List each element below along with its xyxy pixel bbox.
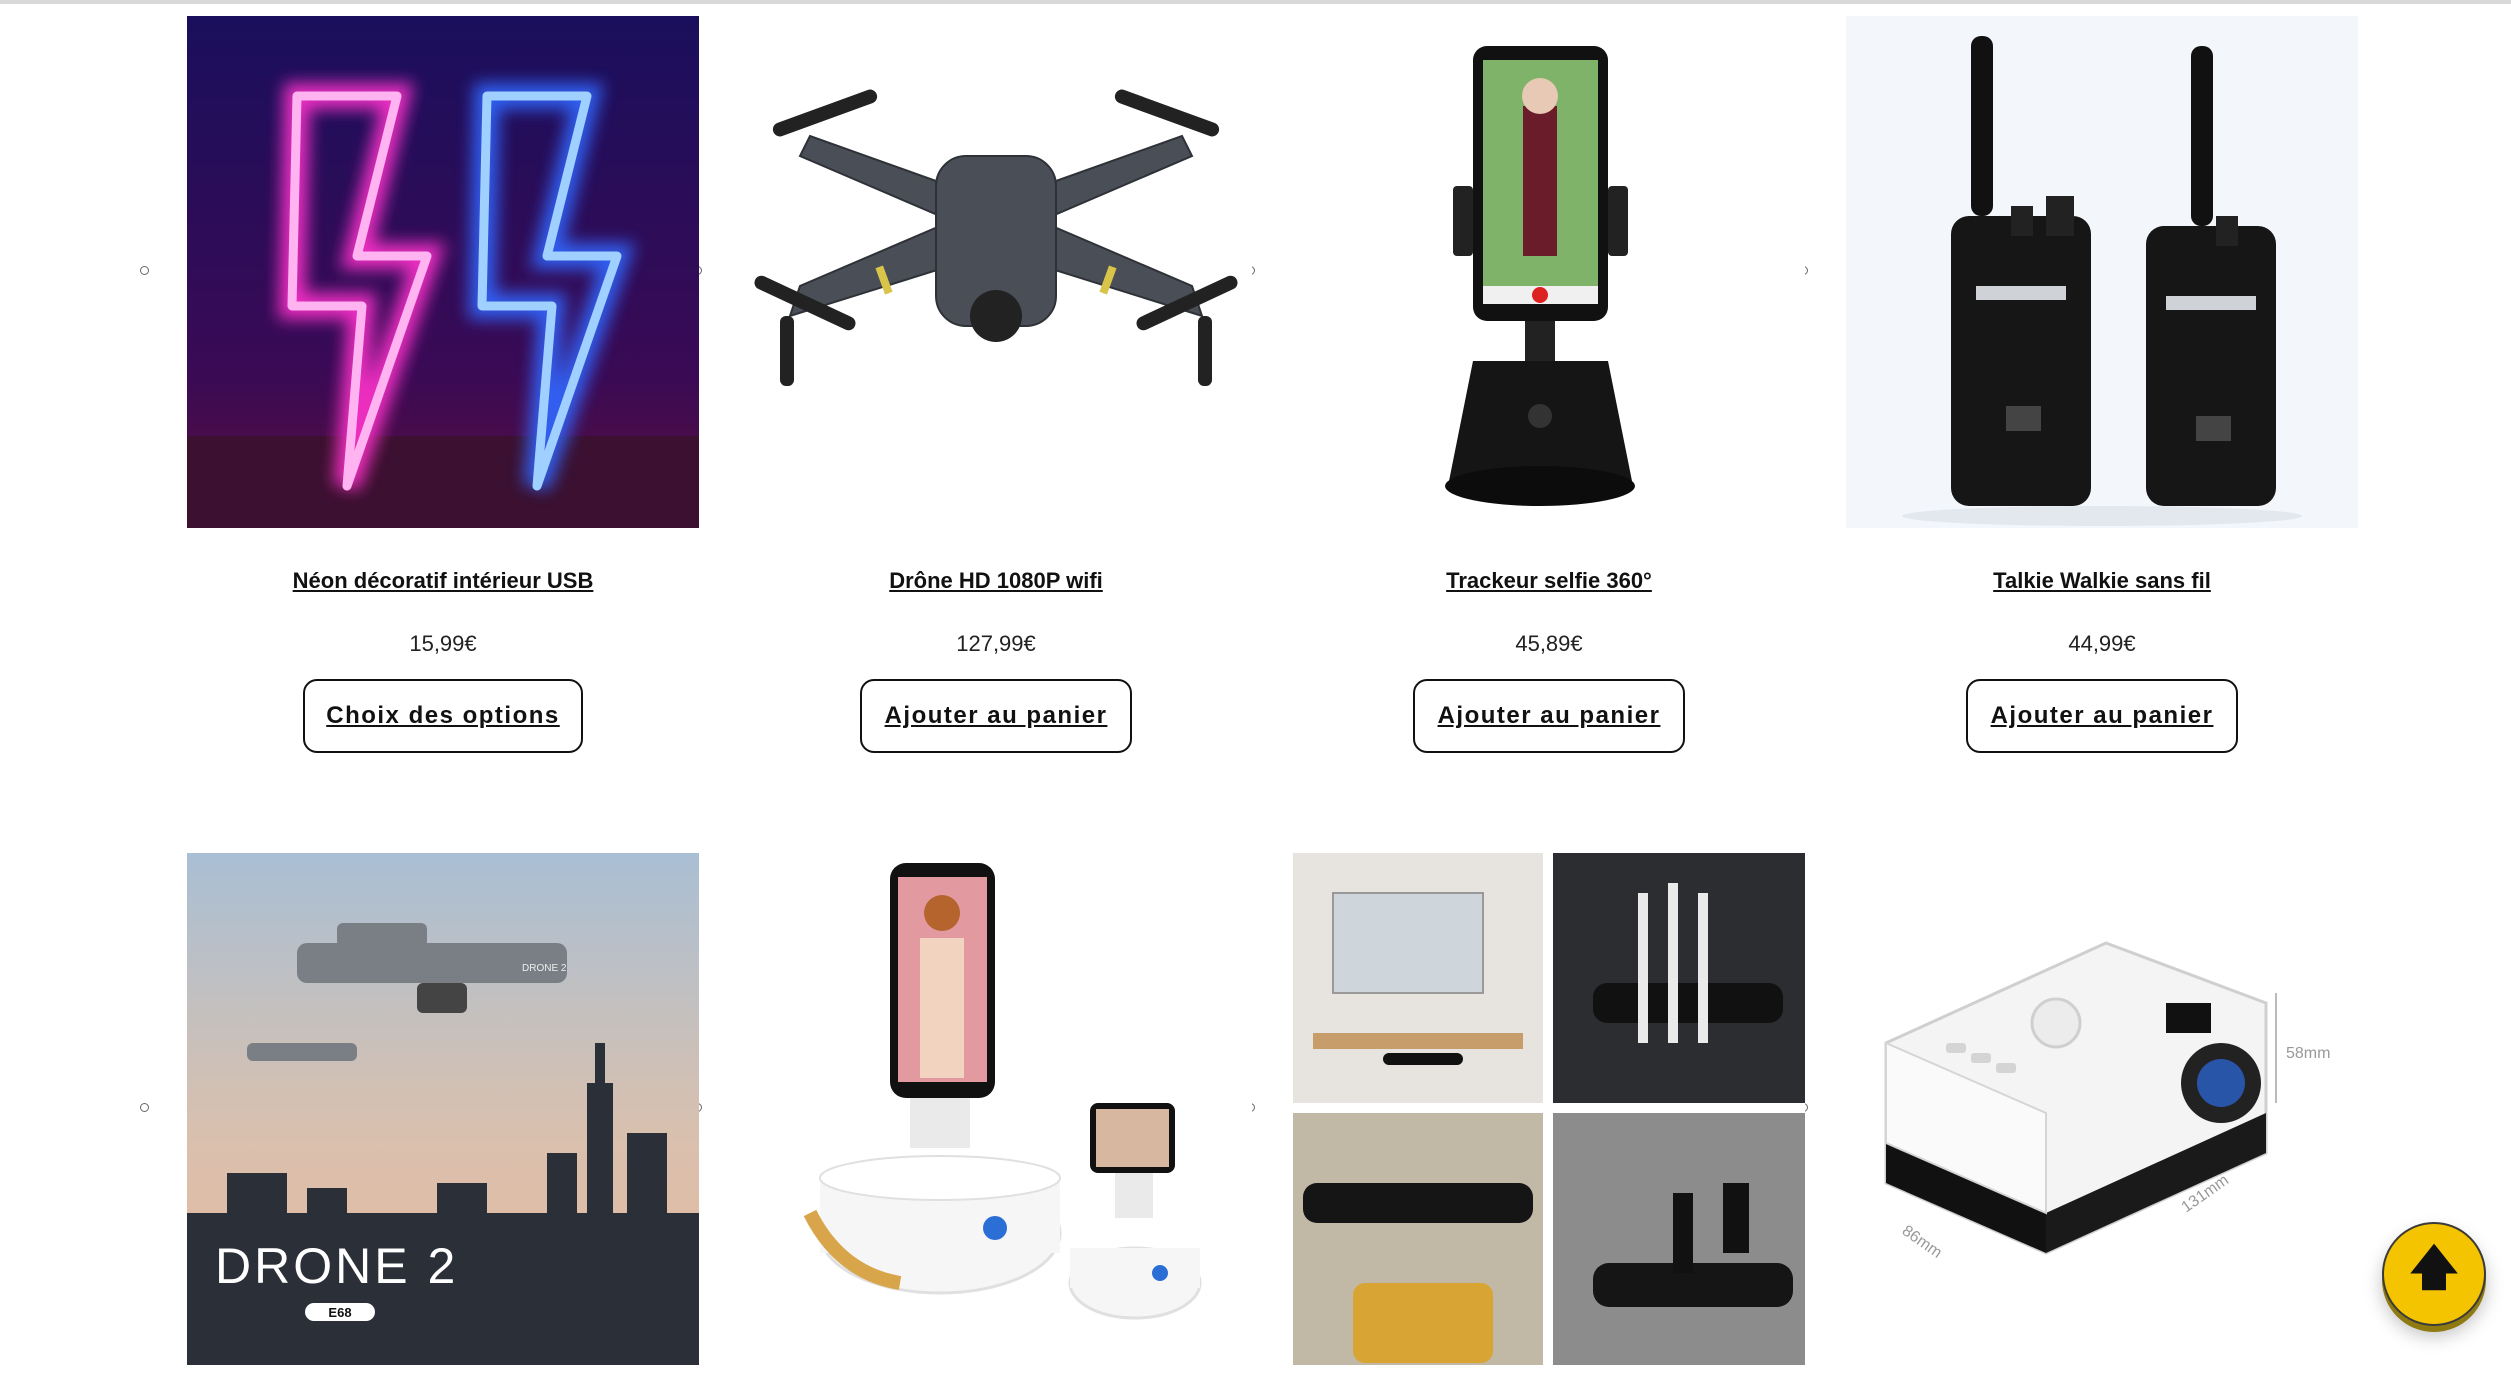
product-image-selfie-tracker-2[interactable]: 360	[740, 853, 1252, 1365]
product-image-projector[interactable]: 58mm 86mm 131mm	[1846, 853, 2358, 1365]
product-title[interactable]: Trackeur selfie 360°	[1253, 568, 1845, 594]
product-image-cable-organizer[interactable]	[1293, 853, 1805, 1365]
add-to-cart-button[interactable]: Ajouter au panier	[1966, 679, 2238, 753]
product-title[interactable]: Néon décoratif intérieur USB	[147, 568, 739, 594]
product-price: 44,99€	[2068, 631, 2136, 656]
drone2-model-label: E68	[328, 1305, 351, 1320]
add-to-cart-button[interactable]: Ajouter au panier	[860, 679, 1132, 753]
scroll-to-top-button[interactable]: 🡅	[2382, 1222, 2486, 1326]
product-title[interactable]: Talkie Walkie sans fil	[1806, 568, 2398, 594]
product-image-selfie-tracker[interactable]	[1293, 16, 1805, 528]
product-image-drone[interactable]	[740, 16, 1252, 528]
add-to-cart-button[interactable]: Ajouter au panier	[1413, 679, 1685, 753]
product-title[interactable]: Drône HD 1080P wifi	[700, 568, 1292, 594]
product-image-walkie-talkie[interactable]	[1846, 16, 2358, 528]
top-divider	[0, 0, 2511, 4]
carousel-dot[interactable]	[140, 266, 149, 275]
product-price: 127,99€	[956, 631, 1036, 656]
arrow-up-icon: 🡅	[2409, 1241, 2459, 1295]
choose-options-button[interactable]: Choix des options	[303, 679, 583, 753]
product-image-neon[interactable]	[187, 16, 699, 528]
product-price: 15,99€	[409, 631, 477, 656]
drone2-title-label: DRONE 2	[215, 1238, 458, 1294]
carousel-dot[interactable]	[140, 1103, 149, 1112]
product-price: 45,89€	[1515, 631, 1583, 656]
product-image-drone-2[interactable]: DRONE 2 DRONE 2 E68	[187, 853, 699, 1365]
tracker-360-badge: 360	[900, 1296, 924, 1312]
drone2-small-label: DRONE 2	[522, 963, 567, 974]
projector-height-label: 58mm	[2286, 1045, 2330, 1062]
